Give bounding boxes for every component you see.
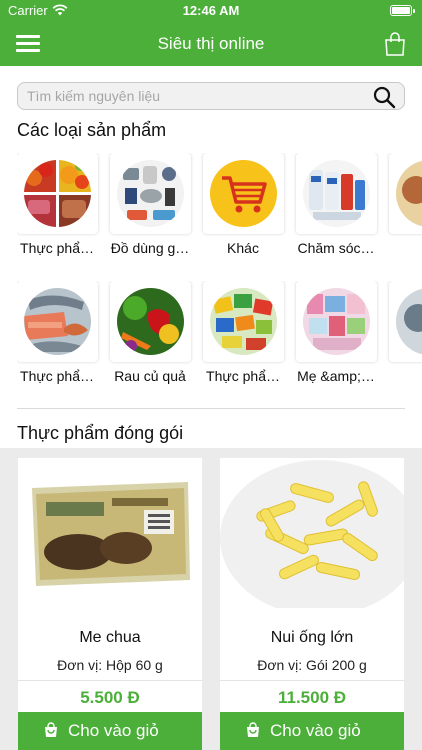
personal-care-image [303,160,370,227]
category-item[interactable]: Thực phẩ… [17,281,98,384]
category-item[interactable]: M [389,281,422,384]
category-item[interactable]: Đồ dùng g… [110,153,191,256]
vegetables-image [117,288,184,355]
category-label: Thực phẩ… [20,240,94,256]
card-divider [220,680,404,681]
add-to-cart-label: Cho vào giỏ [270,721,361,740]
product-name: Me chua [79,629,141,646]
cart-bag-icon [45,722,57,737]
page-title: Siêu thị online [157,34,265,53]
shopping-cart-image [210,160,277,227]
packaged-food-image [210,288,277,355]
product-unit: Đơn vị: Gói 200 g [257,657,367,673]
category-label: Khác [227,240,259,256]
add-to-cart-button[interactable]: Cho vào giỏ [220,712,404,750]
household-goods-image [117,160,184,227]
category-item[interactable]: Mẹ &amp;… [296,281,377,384]
product-name: Nui ống lớn [270,629,354,646]
product-unit: Đơn vị: Hộp 60 g [57,657,163,673]
product-image [18,458,202,608]
product-price: 11.500 Đ [277,688,347,707]
battery-icon [390,5,415,16]
add-to-cart-label: Cho vào giỏ [68,721,159,740]
seafood-image [24,288,91,355]
product-card[interactable]: Me chua Đơn vị: Hộp 60 g 5.500 Đ Cho vào… [18,458,202,750]
category-item[interactable]: Thực phẩ… [203,281,284,384]
meat-fruit-image [24,160,91,227]
card-divider [18,680,202,681]
search-icon[interactable] [372,85,396,109]
section-divider [17,408,405,409]
shopping-bag-icon[interactable] [384,32,406,56]
product-card[interactable]: Nui ống lớn Đơn vị: Gói 200 g 11.500 Đ C… [220,458,404,750]
category-label: Đ [387,240,422,256]
partial-category-image [396,288,422,355]
partial-category-image [396,160,422,227]
category-label: M [387,368,422,384]
product-list: Me chua Đơn vị: Hộp 60 g 5.500 Đ Cho vào… [0,448,422,750]
category-row-1: Thực phẩ… Đồ dùng g… Khác Chăm sóc… [17,153,422,263]
status-bar: Carrier 12:46 AM [0,0,422,22]
category-item[interactable]: Đ [389,153,422,256]
category-item[interactable]: Khác [203,153,284,256]
products-heading: Thực phẩm đóng gói [17,423,184,443]
category-item[interactable]: Chăm sóc… [296,153,377,256]
search-input[interactable] [18,83,368,109]
category-label: Thực phẩ… [206,368,280,384]
nav-bar: Siêu thị online [0,22,422,66]
cart-bag-icon [247,722,259,737]
category-label: Chăm sóc… [297,240,375,256]
category-label: Rau củ quả [114,368,186,384]
add-to-cart-button[interactable]: Cho vào giỏ [18,712,202,750]
category-label: Thực phẩ… [20,368,94,384]
product-price: 5.500 Đ [80,688,140,707]
category-item[interactable]: Thực phẩ… [17,153,98,256]
category-row-2: Thực phẩ… Rau củ quả Thực phẩ… Mẹ &amp;… [17,281,422,391]
category-label: Đồ dùng g… [110,240,190,256]
clock: 12:46 AM [182,3,240,18]
category-label: Mẹ &amp;… [297,368,375,384]
category-item[interactable]: Rau củ quả [110,281,191,384]
categories-heading: Các loại sản phẩm [17,120,167,140]
mother-baby-image [303,288,370,355]
product-image [220,458,404,608]
search-bar [17,82,405,110]
